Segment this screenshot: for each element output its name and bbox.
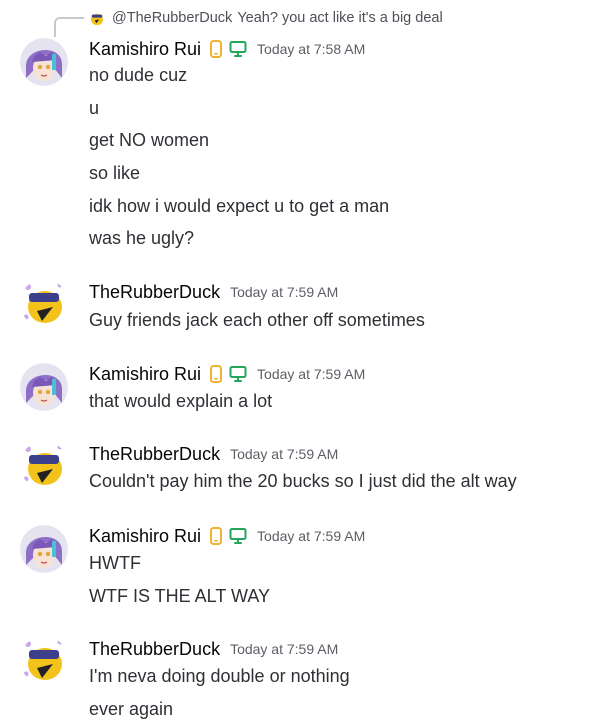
avatar[interactable] xyxy=(20,279,68,327)
username[interactable]: TheRubberDuck xyxy=(89,282,220,303)
message-header: Kamishiro Rui Today at 7:59 AM xyxy=(89,523,365,549)
message-line: Guy friends jack each other off sometime… xyxy=(89,310,425,330)
timestamp: Today at 7:59 AM xyxy=(257,366,366,382)
message-line: u xyxy=(89,98,100,118)
avatar[interactable] xyxy=(20,441,68,489)
username[interactable]: TheRubberDuck xyxy=(89,639,220,660)
desktop-monitor-icon xyxy=(229,528,247,544)
message-header: Kamishiro Rui Today at 7:59 AM xyxy=(89,361,365,387)
timestamp: Today at 7:59 AM xyxy=(230,446,339,462)
timestamp: Today at 7:59 AM xyxy=(230,284,339,300)
message-line: HWTF xyxy=(89,553,141,573)
mobile-phone-icon xyxy=(210,40,223,58)
avatar[interactable] xyxy=(20,636,68,684)
message-line: get NO women xyxy=(89,130,210,150)
username[interactable]: Kamishiro Rui xyxy=(89,39,201,60)
timestamp: Today at 7:58 AM xyxy=(257,41,366,57)
desktop-monitor-icon xyxy=(229,41,247,57)
avatar[interactable] xyxy=(20,363,68,411)
message-line: WTF IS THE ALT WAY xyxy=(89,586,271,606)
reply-reference[interactable]: @TheRubberDuck Yeah? you act like it's a… xyxy=(54,8,443,28)
avatar[interactable] xyxy=(20,38,68,86)
message-header: TheRubberDuck Today at 7:59 AM xyxy=(89,441,338,467)
message-line: no dude cuz xyxy=(89,65,188,85)
username[interactable]: Kamishiro Rui xyxy=(89,364,201,385)
message-line: that would explain a lot xyxy=(89,391,273,411)
message-line: I'm neva doing double or nothing xyxy=(89,666,350,686)
chat-message-list: @TheRubberDuck Yeah? you act like it's a… xyxy=(0,0,599,727)
reply-author[interactable]: @TheRubberDuck xyxy=(112,10,232,26)
message-line: was he ugly? xyxy=(89,228,195,248)
timestamp: Today at 7:59 AM xyxy=(257,528,366,544)
username[interactable]: Kamishiro Rui xyxy=(89,526,201,547)
reply-avatar xyxy=(88,9,106,27)
message-header: Kamishiro Rui Today at 7:58 AM xyxy=(89,36,365,62)
message-header: TheRubberDuck Today at 7:59 AM xyxy=(89,636,338,662)
message-header: TheRubberDuck Today at 7:59 AM xyxy=(89,279,338,305)
username[interactable]: TheRubberDuck xyxy=(89,444,220,465)
mobile-phone-icon xyxy=(210,365,223,383)
message-line: ever again xyxy=(89,699,174,719)
avatar[interactable] xyxy=(20,525,68,573)
message-line: idk how i would expect u to get a man xyxy=(89,196,390,216)
desktop-monitor-icon xyxy=(229,366,247,382)
message-line: so like xyxy=(89,163,141,183)
reply-text[interactable]: Yeah? you act like it's a big deal xyxy=(237,10,442,26)
mobile-phone-icon xyxy=(210,527,223,545)
timestamp: Today at 7:59 AM xyxy=(230,641,339,657)
message-line: Couldn't pay him the 20 bucks so I just … xyxy=(89,471,517,491)
